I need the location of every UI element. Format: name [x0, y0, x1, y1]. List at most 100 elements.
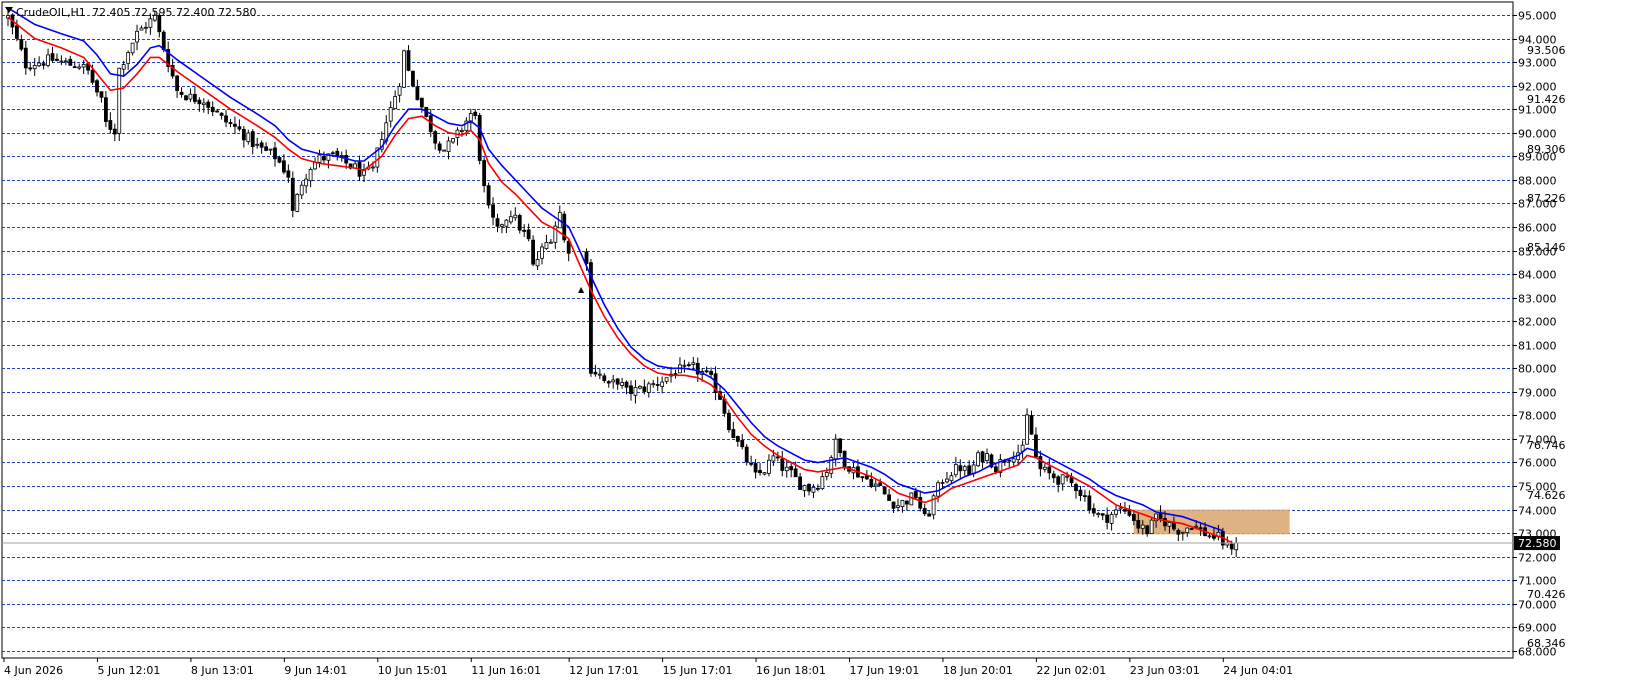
candle-body: [210, 106, 215, 113]
candle-body: [905, 500, 909, 505]
candle-body: [927, 513, 932, 517]
time-tick-label: 17 Jun 19:01: [850, 664, 920, 677]
candle-body: [1011, 458, 1016, 463]
candle-body: [1198, 527, 1203, 530]
time-tick-label: 4 Jun 2026: [4, 664, 63, 677]
candle-body: [197, 99, 202, 105]
candle-body: [68, 58, 73, 66]
candle-body: [735, 436, 740, 442]
candle-body: [446, 140, 451, 153]
candle-body: [535, 259, 540, 267]
candle-body: [517, 215, 522, 231]
candle-body: [81, 63, 86, 68]
price-tick-label: 79.000: [1518, 387, 1557, 400]
candle-body: [593, 371, 598, 375]
candle-body: [250, 131, 255, 148]
candle-body: [1131, 513, 1136, 521]
time-axis[interactable]: 4 Jun 2026 5 Jun 12:01 8 Jun 13:01 9 Jun 14…: [3, 658, 1293, 677]
candle-body: [206, 101, 211, 108]
candle-body: [46, 54, 50, 66]
candle-body: [77, 66, 82, 69]
candle-body: [228, 122, 233, 124]
price-chart[interactable]: 72.580 95.00094.00093.00092.00091.00090.…: [0, 0, 1641, 679]
candle-body: [882, 486, 887, 495]
candle-body: [980, 451, 985, 463]
candle-body: [646, 383, 651, 393]
candle-body: [887, 494, 891, 501]
candle-body: [967, 465, 972, 476]
price-tick-label: 71.000: [1518, 575, 1557, 588]
candle-body: [130, 42, 135, 54]
candle-body: [402, 50, 406, 88]
price-tick-label: 83.000: [1518, 293, 1557, 306]
price-tick-label: 78.000: [1518, 410, 1557, 423]
candle-body: [281, 160, 286, 173]
candle-body: [651, 383, 656, 386]
candle-body: [682, 364, 687, 367]
candle-body: [1051, 473, 1056, 479]
candle-body: [994, 466, 998, 473]
candle-body: [37, 62, 42, 67]
price-zone: [1133, 509, 1290, 535]
candle-body: [504, 219, 509, 227]
candle-body: [606, 381, 611, 384]
price-minor-label: 76.746: [1527, 439, 1566, 452]
candle-body: [273, 147, 277, 160]
candle-body: [104, 97, 108, 122]
time-tick-label: 8 Jun 13:01: [191, 664, 254, 677]
candle-body: [95, 80, 99, 93]
candle-body: [945, 478, 949, 483]
candle-body: [597, 373, 602, 376]
time-tick-label: 16 Jun 18:01: [756, 664, 826, 677]
candle-body: [482, 160, 487, 187]
candle-body: [491, 204, 495, 218]
candle-body: [144, 26, 148, 29]
candle-body: [740, 440, 745, 448]
price-tick-label: 82.000: [1518, 316, 1557, 329]
plot-area[interactable]: [1, 1, 1514, 659]
candle-body: [1065, 475, 1069, 478]
candle-body: [406, 50, 411, 71]
chart-window[interactable]: 72.580 95.000 94.000 93.000 92.000 91.000 90.…: [0, 0, 1641, 679]
candle-body: [219, 112, 224, 116]
candle-body: [1207, 535, 1212, 538]
candle-body: [1109, 514, 1114, 524]
price-tick-label: 76.000: [1518, 457, 1557, 470]
candle-body: [161, 31, 166, 51]
candle-body: [148, 18, 153, 28]
candle-body: [758, 470, 762, 474]
candle-body: [192, 93, 197, 102]
supply-zone-rect: [1133, 509, 1290, 535]
candle-body: [1136, 520, 1141, 529]
candle-body: [1083, 495, 1087, 498]
candle-body: [1176, 530, 1181, 535]
candle-body: [1087, 495, 1092, 511]
candle-body: [913, 491, 918, 499]
price-axis[interactable]: 95.00094.00093.00092.00091.00090.00089.0…: [1513, 10, 1566, 659]
candle-body: [842, 450, 847, 469]
candle-body: [784, 466, 789, 472]
candle-body: [949, 475, 954, 482]
candle-body: [1189, 528, 1194, 530]
candle-body: [317, 154, 322, 163]
candle-body: [900, 500, 905, 507]
price-tick-label: 72.000: [1518, 552, 1557, 565]
candle-body: [1056, 476, 1061, 485]
candle-body: [14, 25, 19, 39]
candle-body: [864, 475, 869, 480]
candle-body: [615, 378, 620, 385]
candle-body: [655, 384, 660, 386]
candle-body: [1185, 527, 1190, 533]
time-tick-label: 9 Jun 14:01: [284, 664, 347, 677]
candle-body: [59, 60, 64, 63]
price-minor-label: 68.346: [1527, 637, 1566, 650]
candle-body: [339, 155, 344, 157]
candle-body: [1091, 508, 1096, 514]
candle-body: [953, 464, 958, 476]
candle-body: [330, 152, 335, 155]
candle-body: [1042, 466, 1047, 470]
candle-body: [1096, 513, 1101, 516]
candle-body: [540, 246, 544, 259]
candle-body: [767, 459, 771, 474]
candle-body: [940, 482, 945, 484]
